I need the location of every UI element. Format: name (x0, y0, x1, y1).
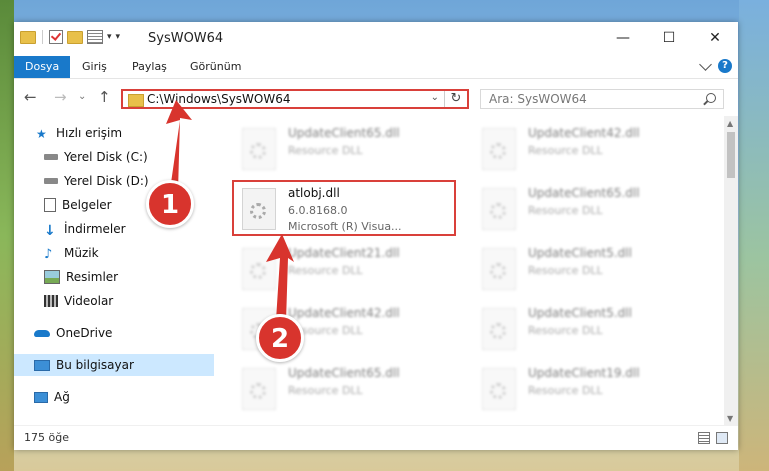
annotation-arrows (166, 100, 294, 322)
arrow-1 (166, 100, 192, 192)
callout-2: 2 (256, 314, 304, 362)
arrow-2 (266, 234, 294, 322)
callout-1: 1 (146, 180, 194, 228)
